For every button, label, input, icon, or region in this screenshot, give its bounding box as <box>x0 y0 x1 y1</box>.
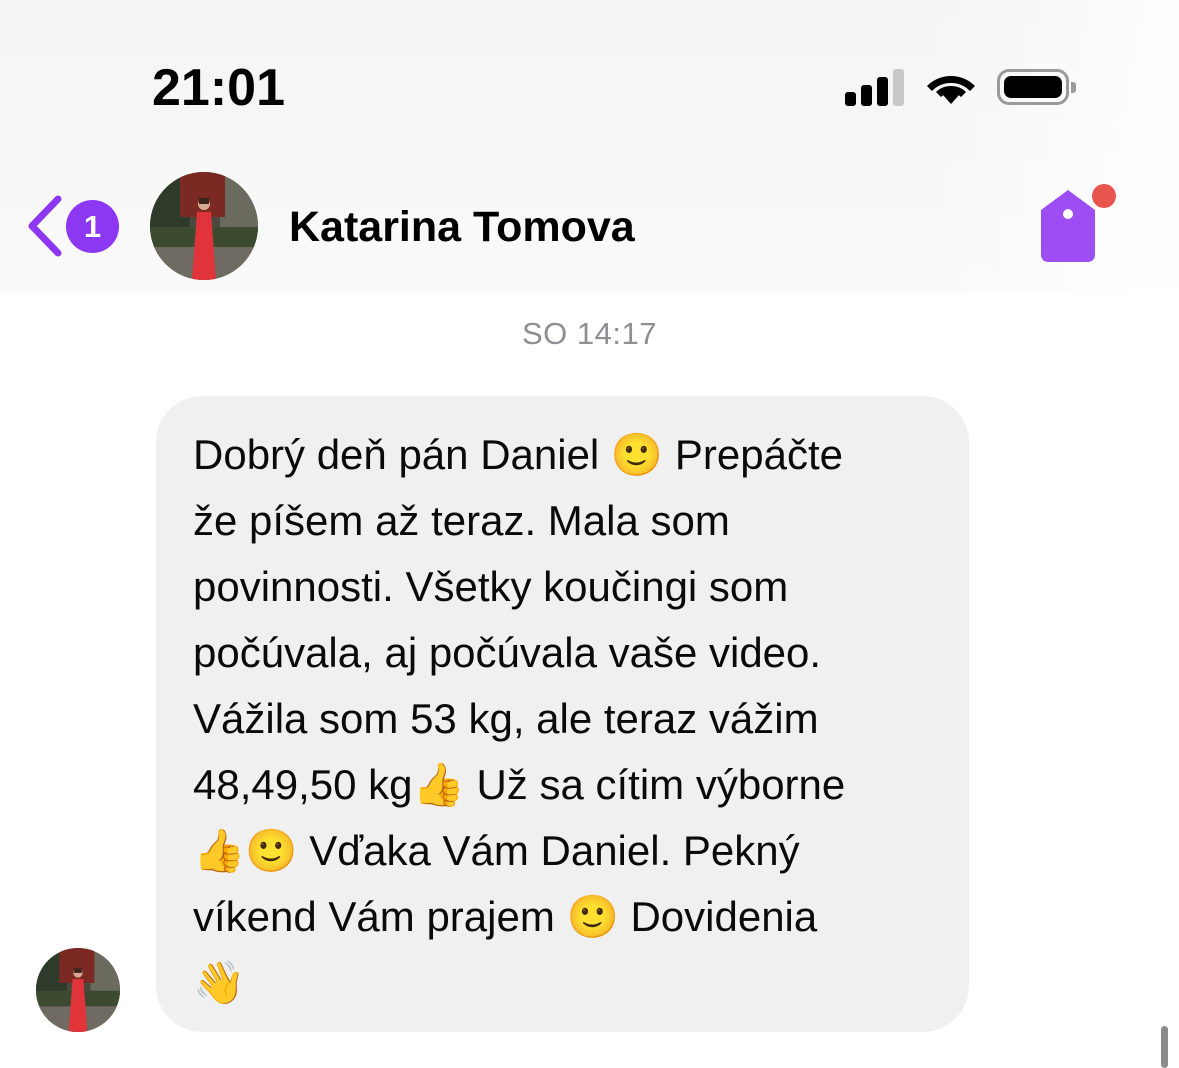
message-line: Dobrý deň pán Daniel 🙂 Prepáčte <box>193 431 843 478</box>
tag-icon <box>1041 184 1116 262</box>
unread-count-badge: 1 <box>66 200 119 253</box>
message-line: 48,49,50 kg👍 Už sa cítim výborne <box>193 761 846 808</box>
contact-name[interactable]: Katarina Tomova <box>289 203 635 252</box>
message-line: počúvala, aj počúvala vaše video. <box>193 629 822 676</box>
chevron-left-icon <box>28 195 62 257</box>
message-line: Vážila som 53 kg, ale teraz vážim <box>193 695 819 742</box>
cellular-signal-icon <box>845 68 905 106</box>
tag-button[interactable] <box>1038 182 1120 264</box>
sender-avatar[interactable] <box>36 948 120 1032</box>
status-bar-icons <box>845 68 1076 106</box>
message-text: Dobrý deň pán Daniel 🙂 Prepáčte že píšem… <box>193 422 939 1016</box>
message-timestamp: SO 14:17 <box>522 316 657 351</box>
message-line: 👍🙂 Vďaka Vám Daniel. Pekný <box>193 827 800 874</box>
wifi-icon <box>927 76 975 104</box>
message-line: povinnosti. Všetky koučingi som <box>193 563 789 610</box>
status-bar-time: 21:01 <box>152 59 285 117</box>
battery-icon <box>997 69 1076 105</box>
message-line: že píšem až teraz. Mala som <box>193 497 730 544</box>
scrollbar[interactable] <box>1161 1026 1168 1068</box>
message-bubble[interactable]: Dobrý deň pán Daniel 🙂 Prepáčte že píšem… <box>156 396 969 1032</box>
message-line: 👋 <box>193 959 246 1006</box>
contact-avatar[interactable] <box>150 172 258 280</box>
message-line: víkend Vám prajem 🙂 Dovidenia <box>193 893 818 940</box>
back-button[interactable]: 1 <box>26 195 122 257</box>
